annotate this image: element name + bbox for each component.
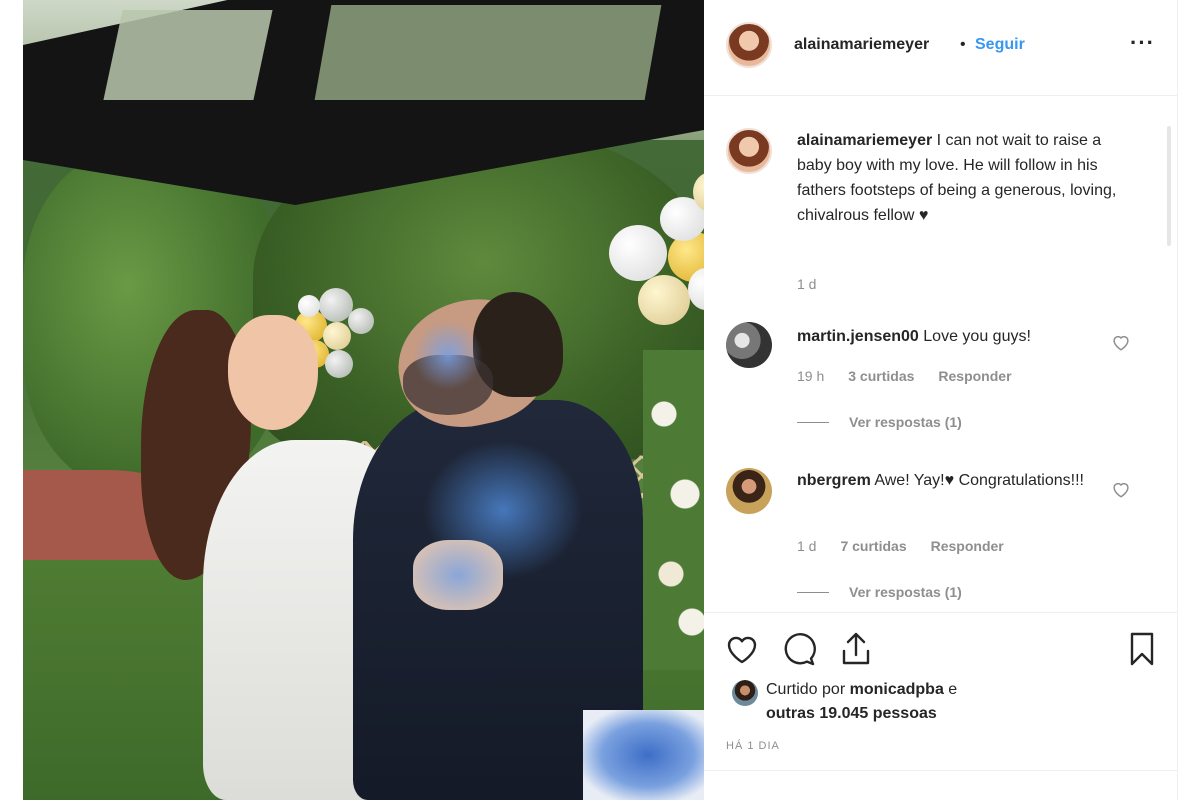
author-username[interactable]: alainamariemeyer — [794, 36, 929, 54]
caption-avatar[interactable] — [726, 128, 772, 174]
comment-body: Love you guys! — [923, 328, 1031, 345]
view-replies-button[interactable]: Ver respostas (1) — [797, 584, 962, 600]
photo-flowers — [643, 350, 704, 670]
comment-text: martin.jensen00 Love you guys! — [797, 324, 1137, 349]
post-side-panel: alainamariemeyer • Seguir ··· alainamari… — [704, 0, 1178, 800]
comment-likes-count[interactable]: 3 curtidas — [848, 368, 914, 384]
comment-username[interactable]: martin.jensen00 — [797, 328, 919, 345]
caption-time[interactable]: 1 d — [797, 276, 816, 292]
liked-by-user[interactable]: monicadpba — [850, 681, 944, 698]
liked-by-others[interactable]: outras 19.045 pessoas — [766, 705, 937, 722]
caption-text: alainamariemeyer I can not wait to raise… — [797, 128, 1137, 228]
share-icon[interactable] — [836, 629, 876, 669]
comment-likes-count[interactable]: 7 curtidas — [840, 538, 906, 554]
comment-time[interactable]: 1 d — [797, 538, 816, 554]
comment-meta: 1 d 7 curtidas Responder — [797, 538, 1004, 554]
comment-text: nbergrem Awe! Yay!♥ Congratulations!!! — [797, 468, 1137, 493]
post-timestamp[interactable]: HÁ 1 DIA — [726, 740, 780, 752]
comments-list[interactable]: alainamariemeyer I can not wait to raise… — [704, 96, 1177, 612]
photo-balloon — [348, 308, 374, 334]
caption-meta: 1 d — [797, 276, 816, 292]
view-replies-button[interactable]: Ver respostas (1) — [797, 414, 962, 430]
photo-face-paint — [413, 320, 483, 390]
author-avatar[interactable] — [726, 22, 772, 68]
comment-reply-button[interactable]: Responder — [938, 368, 1011, 384]
commenter-avatar[interactable] — [726, 468, 772, 514]
comment-meta: 19 h 3 curtidas Responder — [797, 368, 1012, 384]
header-separator: • — [960, 36, 966, 53]
liked-by-prefix: Curtido por — [766, 681, 846, 698]
photo-balloon — [323, 322, 351, 350]
comments-scrollbar[interactable] — [1167, 126, 1171, 246]
photo-blue-paint-floor — [583, 710, 704, 800]
photo-tent-window — [103, 10, 273, 100]
commenter-avatar[interactable] — [726, 322, 772, 368]
photo-woman-face — [228, 315, 318, 430]
comment-reply-button[interactable]: Responder — [931, 538, 1004, 554]
caption-username[interactable]: alainamariemeyer — [797, 132, 932, 149]
view-replies-label[interactable]: Ver respostas (1) — [849, 584, 962, 600]
follow-button[interactable]: Seguir — [975, 36, 1025, 54]
bookmark-icon[interactable] — [1122, 629, 1162, 669]
more-icon[interactable]: ··· — [1130, 30, 1155, 56]
photo-balloon — [609, 225, 667, 281]
comment-like-heart-icon[interactable] — [1110, 331, 1132, 353]
comment-like-heart-icon[interactable] — [1110, 478, 1132, 500]
photo-balloon — [638, 275, 690, 325]
post-photo[interactable] — [23, 0, 704, 800]
photo-hands — [413, 540, 503, 610]
liked-by-conjunction: e — [948, 681, 958, 698]
liked-by-avatar[interactable] — [732, 680, 758, 706]
post-header: alainamariemeyer • Seguir ··· — [704, 0, 1177, 96]
liked-by-text: Curtido por monicadpba e outras 19.045 p… — [766, 678, 1106, 726]
comment-username[interactable]: nbergrem — [797, 472, 871, 489]
comment-icon[interactable] — [779, 629, 819, 669]
photo-tent-window — [314, 5, 662, 100]
replies-line — [797, 591, 829, 593]
photo-balloon — [325, 350, 353, 378]
comment-time[interactable]: 19 h — [797, 368, 824, 384]
heart-icon[interactable] — [722, 629, 762, 669]
photo-balloon — [298, 295, 320, 317]
divider — [704, 770, 1177, 771]
comment-body: Awe! Yay!♥ Congratulations!!! — [874, 472, 1084, 489]
replies-line — [797, 421, 829, 423]
view-replies-label[interactable]: Ver respostas (1) — [849, 414, 962, 430]
